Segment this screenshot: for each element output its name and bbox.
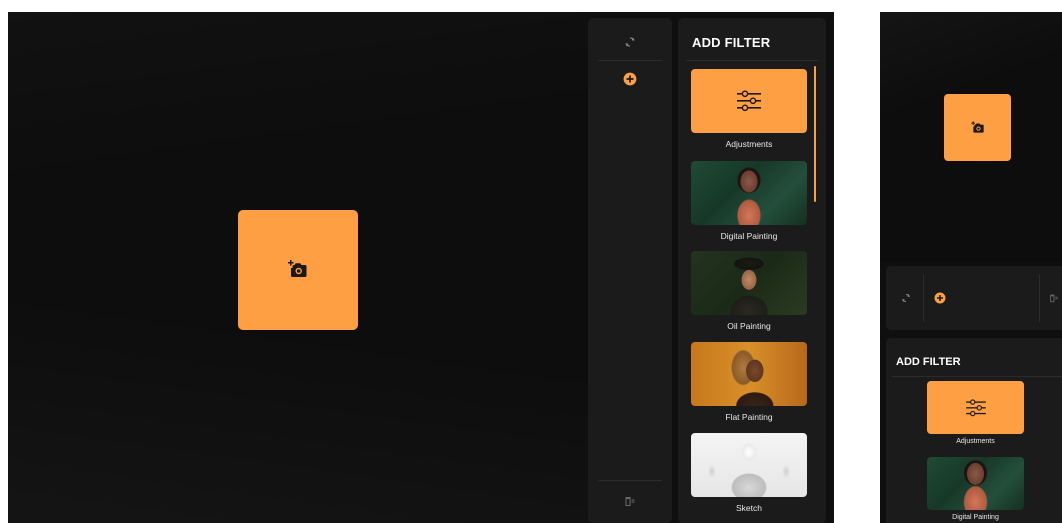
upload-photo-button[interactable] bbox=[944, 94, 1011, 161]
add-circle-icon bbox=[934, 292, 946, 304]
delete-layers-icon bbox=[625, 497, 635, 506]
filter-thumbnail bbox=[691, 342, 807, 406]
add-photo-icon bbox=[970, 120, 984, 133]
filter-thumbnail bbox=[691, 433, 807, 497]
filter-label: Digital Painting bbox=[720, 231, 778, 241]
filter-label: Digital Painting bbox=[952, 514, 999, 521]
add-filter-panel: ADD FILTER Adjustments Digital Painting bbox=[886, 338, 1062, 523]
refresh-button[interactable] bbox=[620, 32, 640, 52]
filter-panel-divider bbox=[892, 376, 1062, 377]
rail-divider bbox=[598, 480, 662, 481]
tool-rail bbox=[588, 18, 672, 523]
filter-list-scrollbar[interactable] bbox=[814, 66, 816, 202]
filter-thumbnail bbox=[691, 251, 807, 315]
mobile-toolbar bbox=[886, 266, 1062, 330]
filter-thumbnail bbox=[927, 457, 1024, 510]
filter-item-digital-painting[interactable]: Digital Painting bbox=[691, 161, 807, 241]
filter-panel-title: ADD FILTER bbox=[692, 35, 771, 50]
filter-item-flat-painting[interactable]: Flat Painting bbox=[691, 342, 807, 422]
filter-label: Sketch bbox=[736, 503, 762, 513]
delete-layers-button[interactable] bbox=[1044, 288, 1062, 308]
image-canvas[interactable] bbox=[8, 12, 588, 523]
filter-item-oil-painting[interactable]: Oil Painting bbox=[691, 251, 807, 331]
filter-label: Adjustments bbox=[956, 438, 995, 445]
refresh-button[interactable] bbox=[896, 288, 916, 308]
filter-item-sketch[interactable]: Sketch bbox=[691, 433, 807, 513]
filter-list[interactable]: Adjustments Digital Painting Oil Paintin… bbox=[678, 66, 826, 523]
refresh-icon bbox=[902, 294, 910, 302]
filter-item-adjustments[interactable]: Adjustments bbox=[691, 69, 807, 149]
add-circle-icon bbox=[623, 72, 637, 86]
filter-thumbnail bbox=[691, 69, 807, 133]
desktop-app: ADD FILTER Adjustments Digital Painting … bbox=[8, 12, 834, 523]
filter-label: Oil Painting bbox=[727, 321, 771, 331]
refresh-icon bbox=[625, 37, 635, 47]
add-layer-button[interactable] bbox=[930, 288, 950, 308]
filter-item-adjustments[interactable]: Adjustments bbox=[927, 381, 1024, 445]
toolbar-divider bbox=[923, 274, 924, 322]
filter-thumbnail bbox=[691, 161, 807, 225]
rail-divider bbox=[598, 60, 662, 61]
filter-label: Adjustments bbox=[725, 139, 773, 149]
delete-layers-icon bbox=[1050, 294, 1058, 303]
add-photo-icon bbox=[288, 260, 307, 277]
delete-layers-button[interactable] bbox=[620, 491, 640, 511]
sliders-icon bbox=[965, 398, 986, 416]
filter-panel-title: ADD FILTER bbox=[896, 356, 961, 368]
add-filter-panel: ADD FILTER Adjustments Digital Painting … bbox=[678, 18, 826, 523]
filter-panel-divider bbox=[686, 60, 818, 61]
toolbar-divider bbox=[1039, 274, 1040, 322]
filter-item-digital-painting[interactable]: Digital Painting bbox=[927, 457, 1024, 521]
filter-label: Flat Painting bbox=[725, 412, 773, 422]
add-layer-button[interactable] bbox=[620, 69, 640, 89]
mobile-app: ADD FILTER Adjustments Digital Painting bbox=[880, 12, 1062, 523]
image-canvas[interactable] bbox=[880, 12, 1062, 262]
filter-thumbnail bbox=[927, 381, 1024, 434]
upload-photo-button[interactable] bbox=[238, 210, 358, 330]
sliders-icon bbox=[737, 90, 761, 112]
